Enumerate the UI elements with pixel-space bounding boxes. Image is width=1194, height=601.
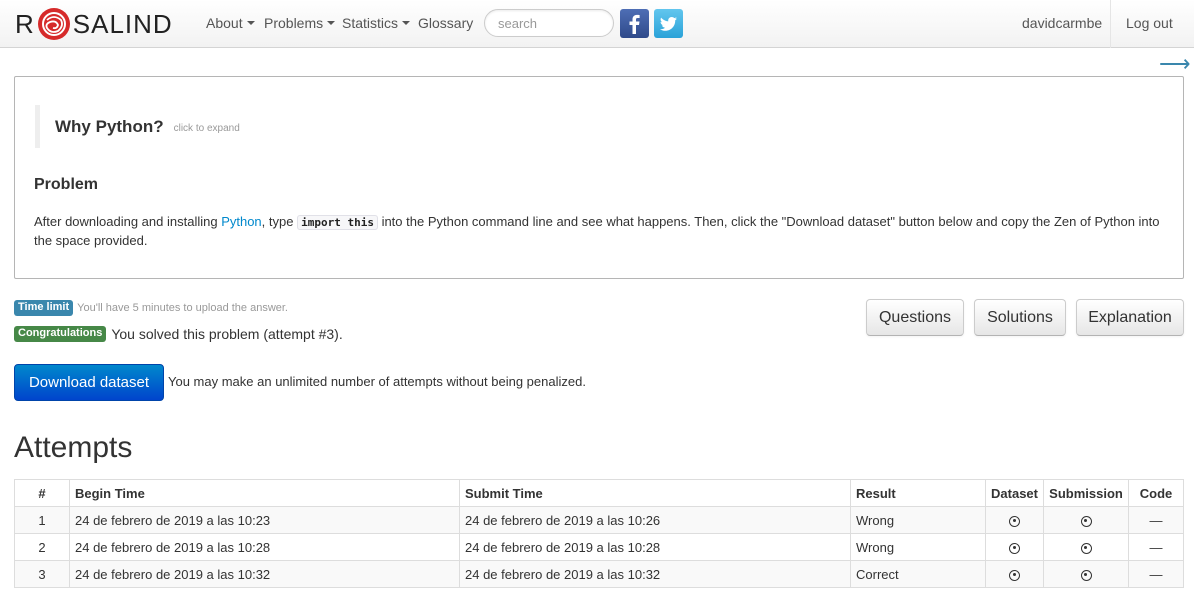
logout-link[interactable]: Log out — [1126, 15, 1173, 31]
nav-glossary[interactable]: Glossary — [418, 15, 473, 31]
congrats-badge: Congratulations — [14, 326, 107, 342]
submit-time: 24 de febrero de 2019 a las 10:26 — [459, 506, 851, 534]
next-problem-arrow-icon[interactable]: ⟶ — [1159, 51, 1191, 77]
begin-time: 24 de febrero de 2019 a las 10:23 — [69, 506, 460, 534]
nav-problems-label: Problems — [264, 15, 324, 31]
problem-text-part: , type — [261, 214, 298, 229]
result: Correct — [850, 560, 986, 588]
col-result: Result — [850, 479, 986, 507]
table-row: 1 24 de febrero de 2019 a las 10:23 24 d… — [14, 506, 1184, 534]
result: Wrong — [850, 506, 986, 534]
why-python-expander[interactable]: Why Python? click to expand — [35, 105, 240, 148]
code-cell: — — [1128, 506, 1184, 534]
facebook-icon[interactable] — [620, 9, 649, 38]
time-limit-badge: Time limit — [14, 300, 74, 316]
begin-time: 24 de febrero de 2019 a las 10:32 — [69, 560, 460, 588]
dataset-cell — [985, 533, 1044, 561]
problem-text-part: After downloading and installing — [34, 214, 222, 229]
divider — [1110, 0, 1111, 48]
brand-letter-r: R — [15, 8, 35, 39]
table-row: 3 24 de febrero de 2019 a las 10:32 24 d… — [14, 560, 1184, 588]
table-header-row: # Begin Time Submit Time Result Dataset … — [14, 479, 1184, 507]
dataset-cell — [985, 506, 1044, 534]
download-dataset-button[interactable]: Download dataset — [14, 364, 164, 401]
nav-statistics-label: Statistics — [342, 15, 399, 31]
congrats-text: You solved this problem (attempt #3). — [111, 326, 343, 342]
submission-cell — [1043, 506, 1129, 534]
solutions-button[interactable]: Solutions — [974, 299, 1066, 336]
attempts-table: # Begin Time Submit Time Result Dataset … — [14, 479, 1184, 588]
caret-down-icon — [327, 21, 336, 26]
download-circle-icon[interactable] — [1009, 569, 1020, 581]
download-circle-icon[interactable] — [1009, 542, 1020, 554]
begin-time: 24 de febrero de 2019 a las 10:28 — [69, 533, 460, 561]
code-cell: — — [1128, 560, 1184, 588]
problem-statement: After downloading and installing Python,… — [34, 213, 1164, 250]
brand-logo[interactable]: R SALIND — [15, 4, 173, 44]
nav-about[interactable]: About — [206, 15, 255, 31]
submission-cell — [1043, 560, 1129, 588]
nav-about-label: About — [206, 15, 243, 31]
nav-statistics[interactable]: Statistics — [342, 15, 411, 31]
why-python-title: Why Python? — [55, 116, 164, 136]
search-input[interactable] — [484, 9, 614, 37]
col-dataset: Dataset — [985, 479, 1044, 507]
attempt-number: 2 — [14, 533, 70, 561]
attempt-number: 1 — [14, 506, 70, 534]
attempt-number: 3 — [14, 560, 70, 588]
explanation-button[interactable]: Explanation — [1076, 299, 1184, 336]
questions-button[interactable]: Questions — [866, 299, 964, 336]
download-note: You may make an unlimited number of atte… — [168, 374, 586, 389]
download-circle-icon[interactable] — [1080, 515, 1092, 527]
col-begin-time: Begin Time — [69, 479, 460, 507]
congrats-row: Congratulations You solved this problem … — [14, 326, 343, 342]
nav-glossary-label: Glossary — [418, 15, 474, 31]
attempts-heading: Attempts — [14, 431, 133, 464]
table-row: 2 24 de febrero de 2019 a las 10:28 24 d… — [14, 533, 1184, 561]
rosalind-rose-icon — [37, 8, 70, 40]
col-code: Code — [1128, 479, 1184, 507]
download-circle-icon[interactable] — [1009, 515, 1020, 527]
expand-hint: click to expand — [173, 123, 240, 134]
problem-panel: Why Python? click to expand Problem Afte… — [14, 76, 1184, 279]
col-submission: Submission — [1043, 479, 1129, 507]
code-cell: — — [1128, 533, 1184, 561]
caret-down-icon — [402, 21, 411, 26]
download-circle-icon[interactable] — [1080, 542, 1092, 554]
time-limit-text: You'll have 5 minutes to upload the answ… — [77, 302, 288, 314]
twitter-icon[interactable] — [654, 9, 683, 38]
nav-problems[interactable]: Problems — [264, 15, 336, 31]
dataset-cell — [985, 560, 1044, 588]
caret-down-icon — [246, 21, 255, 26]
inline-code: import this — [297, 215, 378, 230]
submission-cell — [1043, 533, 1129, 561]
submit-time: 24 de febrero de 2019 a las 10:28 — [459, 533, 851, 561]
problem-heading: Problem — [34, 176, 99, 193]
time-limit-row: Time limit You'll have 5 minutes to uplo… — [14, 300, 288, 316]
col-number: # — [14, 479, 70, 507]
submit-time: 24 de febrero de 2019 a las 10:32 — [459, 560, 851, 588]
result: Wrong — [850, 533, 986, 561]
username[interactable]: davidcarmbe — [1022, 15, 1102, 31]
col-submit-time: Submit Time — [459, 479, 851, 507]
download-circle-icon[interactable] — [1080, 569, 1092, 581]
brand-word: SALIND — [72, 8, 173, 39]
python-link[interactable]: Python — [221, 214, 261, 229]
top-navbar: R SALIND About Problems Statistics Gloss… — [0, 0, 1194, 48]
